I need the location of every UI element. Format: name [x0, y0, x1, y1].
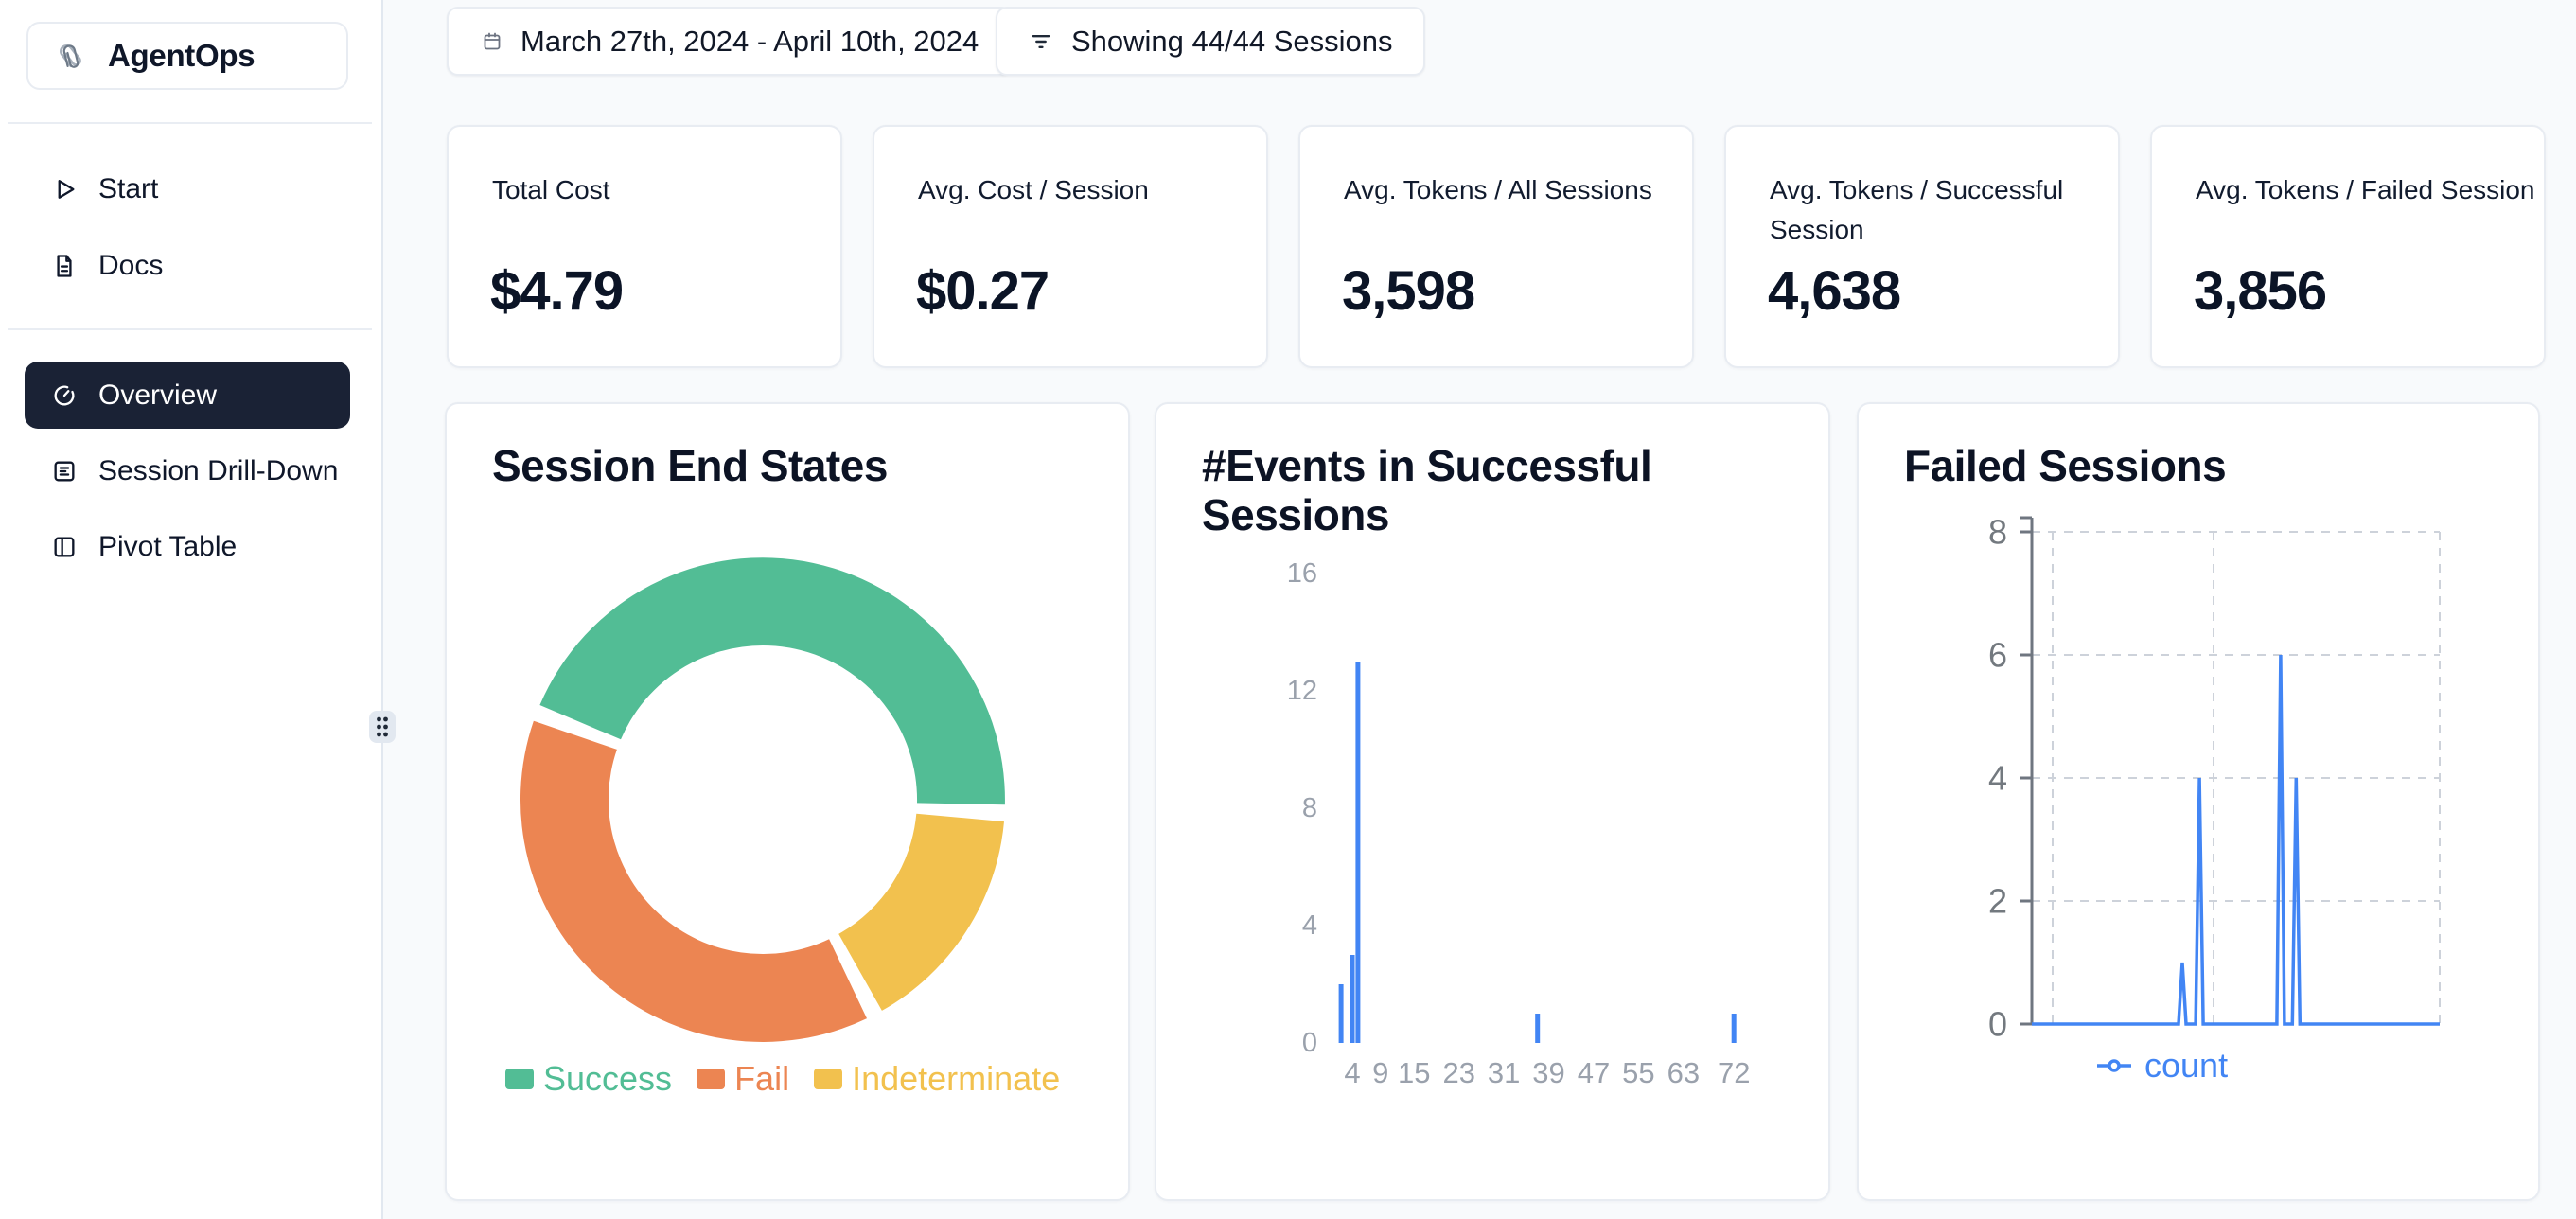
stat-label: Avg. Tokens / All Sessions	[1344, 170, 1652, 210]
events-histogram-chart: 0481216491523313947556372	[1156, 404, 1830, 1201]
fail-swatch-icon	[697, 1069, 725, 1089]
svg-text:55: 55	[1622, 1056, 1654, 1089]
svg-text:39: 39	[1532, 1056, 1564, 1089]
sidebar-item-label: Pivot Table	[98, 531, 237, 563]
stat-card-avg-tokens-successful: Avg. Tokens / Successful Session 4,638	[1724, 125, 2120, 368]
stat-card-avg-cost-session: Avg. Cost / Session $0.27	[873, 125, 1268, 368]
svg-text:31: 31	[1488, 1056, 1520, 1089]
success-swatch-icon	[505, 1069, 534, 1089]
sidebar-item-label: Start	[98, 173, 158, 205]
session-end-states-card: Session End States Success Fail Indeterm…	[445, 402, 1130, 1201]
sidebar: AgentOps Start Docs Overview	[0, 0, 383, 1219]
sessions-filter-button[interactable]: Showing 44/44 Sessions	[996, 7, 1425, 76]
legend-label: Indeterminate	[852, 1059, 1060, 1099]
app-title: AgentOps	[108, 38, 255, 74]
stat-value: 3,598	[1342, 259, 1474, 323]
svg-text:15: 15	[1398, 1056, 1430, 1089]
legend-item-fail: Fail	[697, 1059, 789, 1099]
list-icon	[51, 458, 78, 485]
stat-label: Avg. Cost / Session	[918, 170, 1149, 210]
sidebar-item-overview[interactable]: Overview	[25, 362, 350, 429]
svg-text:23: 23	[1442, 1056, 1474, 1089]
stat-label: Avg. Tokens / Failed Session	[2196, 170, 2535, 210]
svg-text:4: 4	[1344, 1056, 1360, 1089]
date-range-label: March 27th, 2024 - April 10th, 2024	[520, 25, 979, 59]
sidebar-item-label: Session Drill-Down	[98, 455, 338, 487]
svg-text:47: 47	[1578, 1056, 1610, 1089]
stat-label: Total Cost	[492, 170, 610, 210]
legend-label: Fail	[734, 1059, 789, 1099]
chart-title: Session End States	[492, 442, 888, 491]
sessions-filter-label: Showing 44/44 Sessions	[1071, 25, 1393, 59]
stat-value: $0.27	[916, 259, 1049, 323]
indeterminate-swatch-icon	[814, 1069, 842, 1089]
legend-item-success: Success	[505, 1059, 672, 1099]
agentops-logo-icon	[51, 37, 89, 75]
sidebar-item-pivot-table[interactable]: Pivot Table	[25, 517, 350, 577]
stat-card-avg-tokens-failed: Avg. Tokens / Failed Session 3,856	[2150, 125, 2546, 368]
events-in-successful-sessions-card: #Events in Successful Sessions 048121649…	[1155, 402, 1830, 1201]
logo-box[interactable]: AgentOps	[26, 22, 348, 90]
svg-text:72: 72	[1718, 1056, 1750, 1089]
sidebar-resize-handle[interactable]	[369, 711, 396, 743]
filter-icon	[1028, 28, 1054, 55]
svg-text:16: 16	[1287, 558, 1317, 589]
svg-text:0: 0	[1988, 1005, 2007, 1044]
svg-text:4: 4	[1302, 910, 1317, 941]
svg-text:8: 8	[1988, 513, 2007, 552]
sidebar-divider	[8, 328, 372, 330]
columns-icon	[51, 534, 78, 560]
stat-card-total-cost: Total Cost $4.79	[447, 125, 842, 368]
count-legend: count	[2097, 1046, 2228, 1086]
svg-text:6: 6	[1988, 636, 2007, 675]
donut-legend: Success Fail Indeterminate	[505, 1059, 1060, 1099]
document-icon	[51, 253, 78, 279]
svg-text:4: 4	[1988, 759, 2007, 798]
svg-text:8: 8	[1302, 793, 1317, 823]
sidebar-item-start[interactable]: Start	[25, 159, 350, 220]
svg-text:9: 9	[1372, 1056, 1388, 1089]
stat-value: $4.79	[490, 259, 623, 323]
drag-dots-icon	[373, 714, 392, 740]
stat-value: 4,638	[1768, 259, 1900, 323]
count-series-marker-icon	[2097, 1058, 2131, 1073]
svg-text:2: 2	[1988, 882, 2007, 921]
date-range-button[interactable]: March 27th, 2024 - April 10th, 2024	[447, 7, 1013, 76]
stat-card-avg-tokens-all: Avg. Tokens / All Sessions 3,598	[1298, 125, 1694, 368]
sidebar-item-label: Overview	[98, 380, 217, 412]
count-legend-label: count	[2144, 1046, 2228, 1086]
svg-text:12: 12	[1287, 676, 1317, 706]
stat-value: 3,856	[2194, 259, 2326, 323]
session-end-states-donut-chart	[517, 554, 1009, 1046]
sidebar-item-docs[interactable]: Docs	[25, 236, 350, 296]
calendar-icon	[481, 30, 503, 53]
gauge-icon	[51, 382, 78, 409]
svg-text:0: 0	[1302, 1028, 1317, 1058]
failed-sessions-card: Failed Sessions 02468 count	[1857, 402, 2540, 1201]
sidebar-item-session-drill-down[interactable]: Session Drill-Down	[25, 441, 350, 502]
legend-label: Success	[543, 1059, 672, 1099]
sidebar-item-label: Docs	[98, 250, 163, 282]
sidebar-divider	[8, 122, 372, 124]
stat-label: Avg. Tokens / Successful Session	[1770, 170, 2118, 250]
play-icon	[51, 176, 78, 203]
legend-item-indeterminate: Indeterminate	[814, 1059, 1060, 1099]
svg-text:63: 63	[1667, 1056, 1700, 1089]
